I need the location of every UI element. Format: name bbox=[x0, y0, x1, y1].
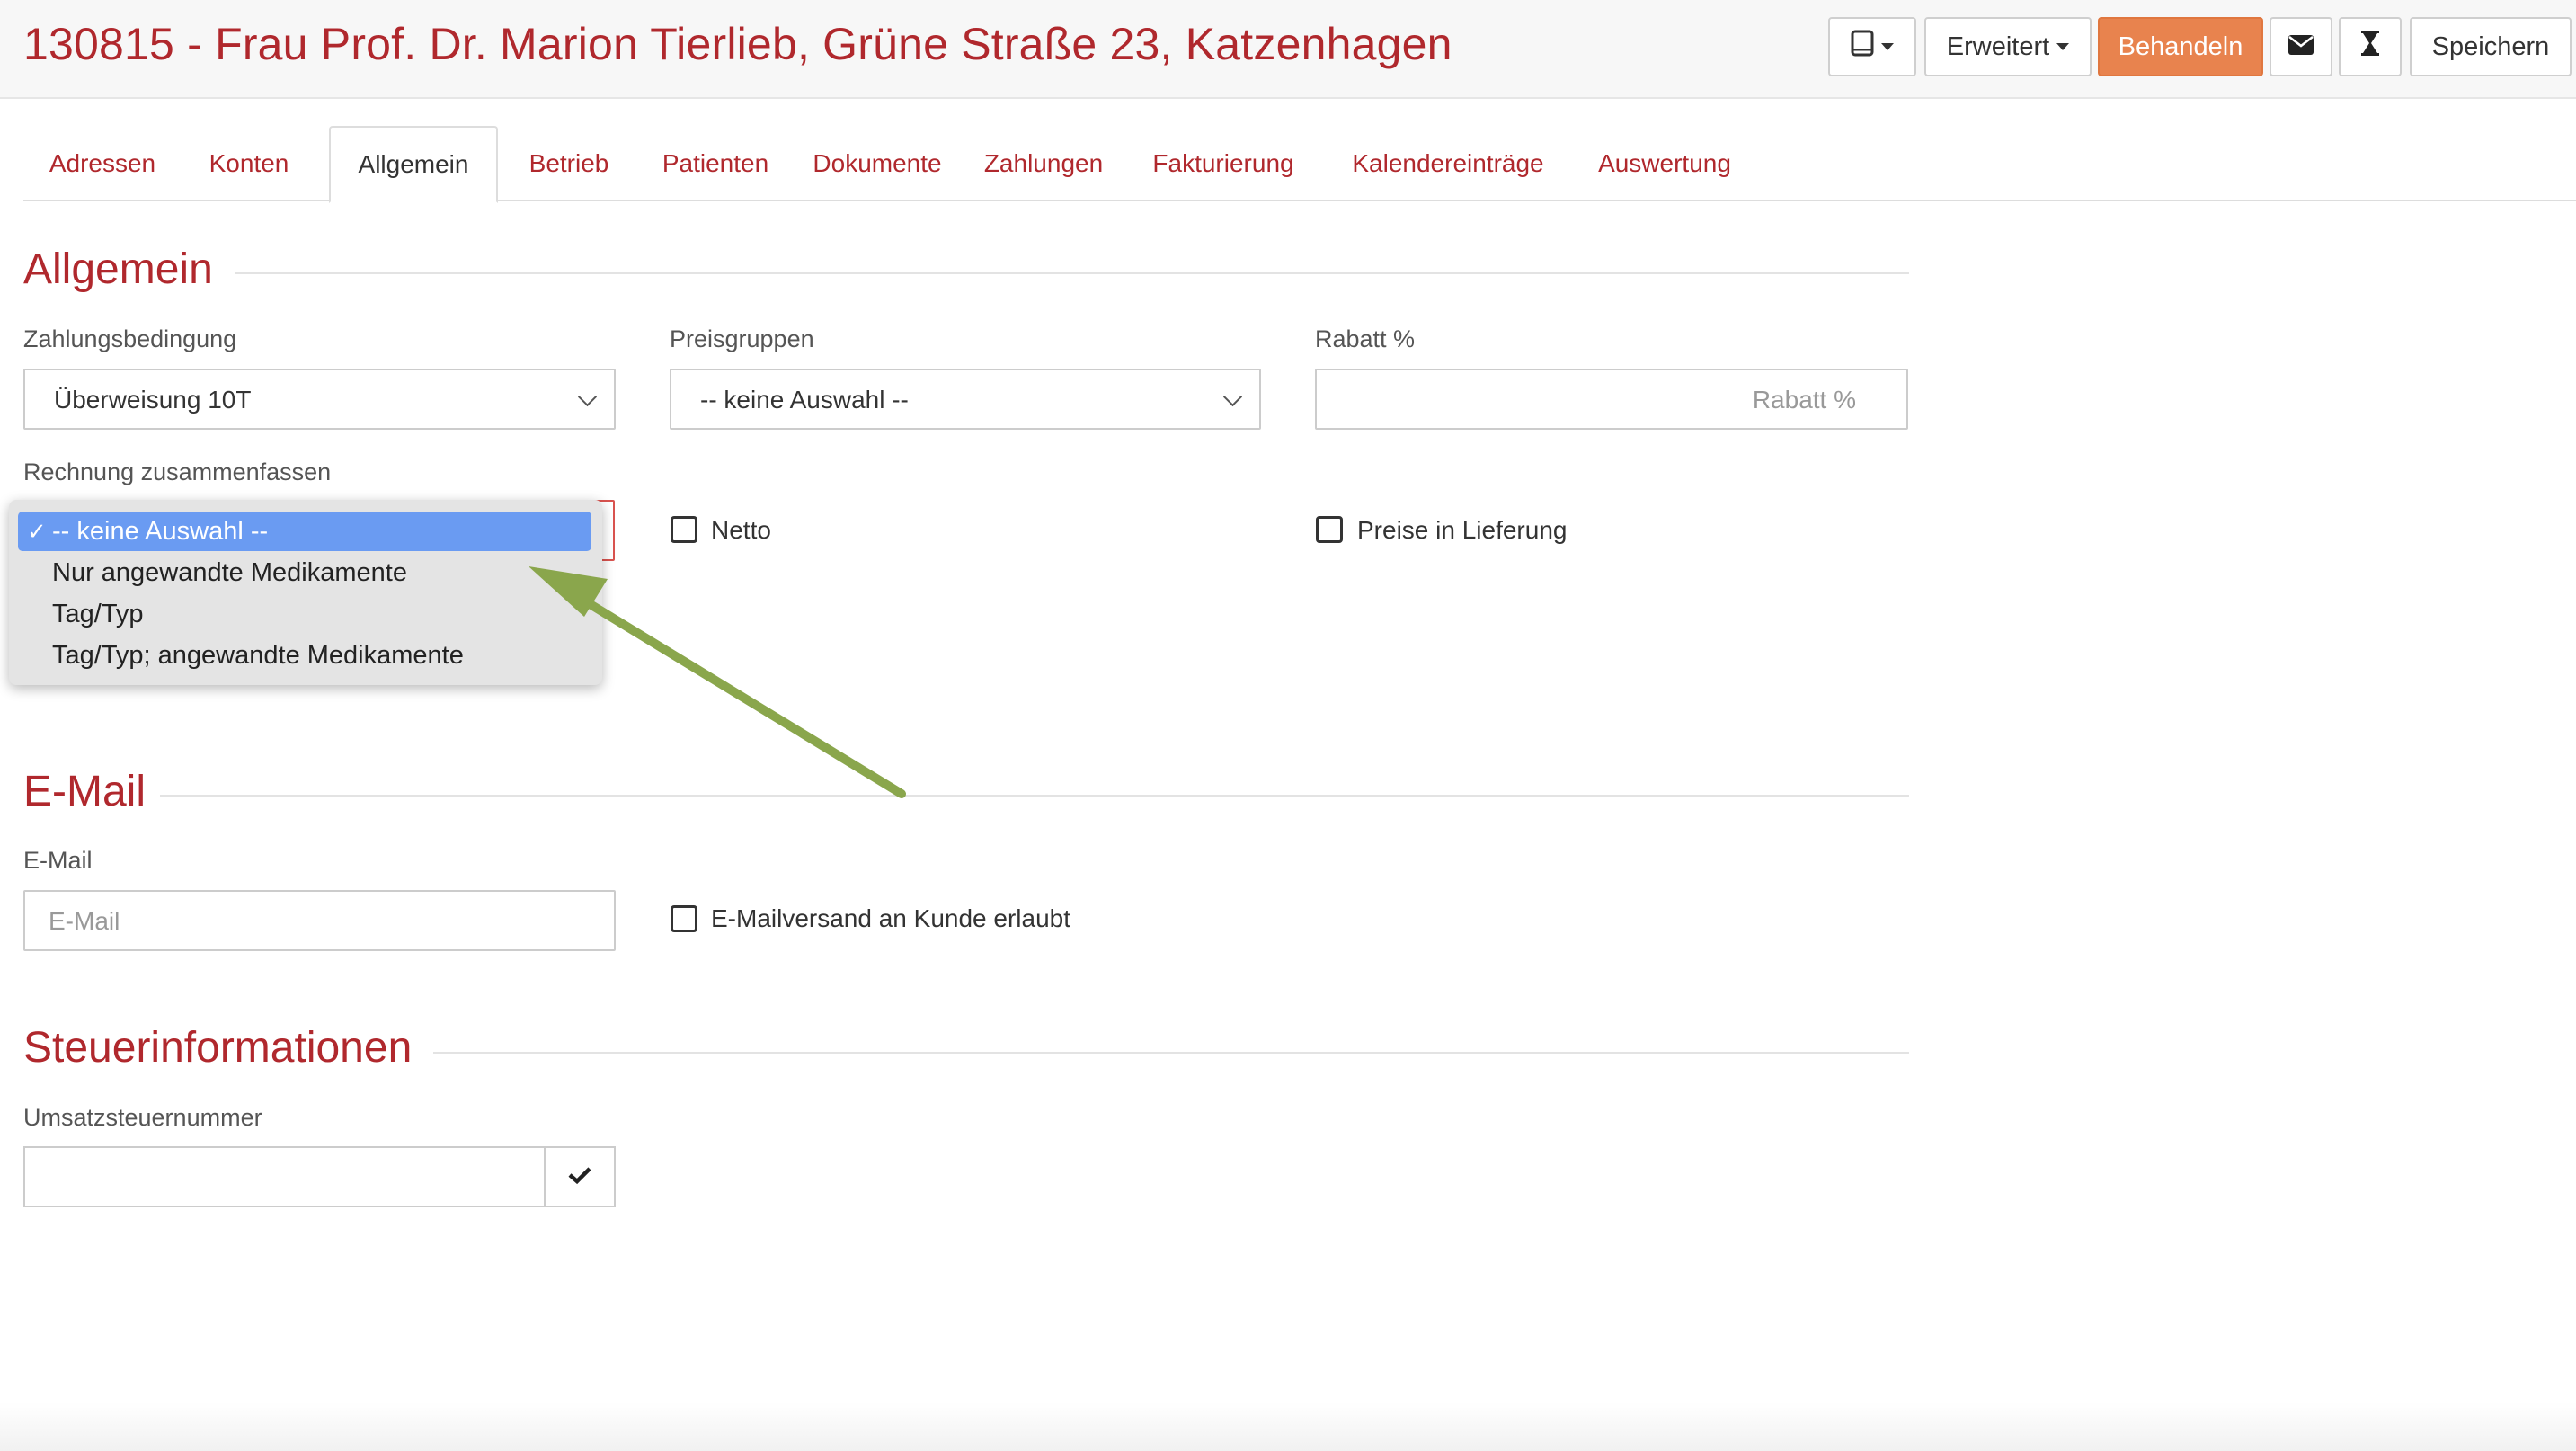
annotation-arrow bbox=[529, 566, 906, 798]
